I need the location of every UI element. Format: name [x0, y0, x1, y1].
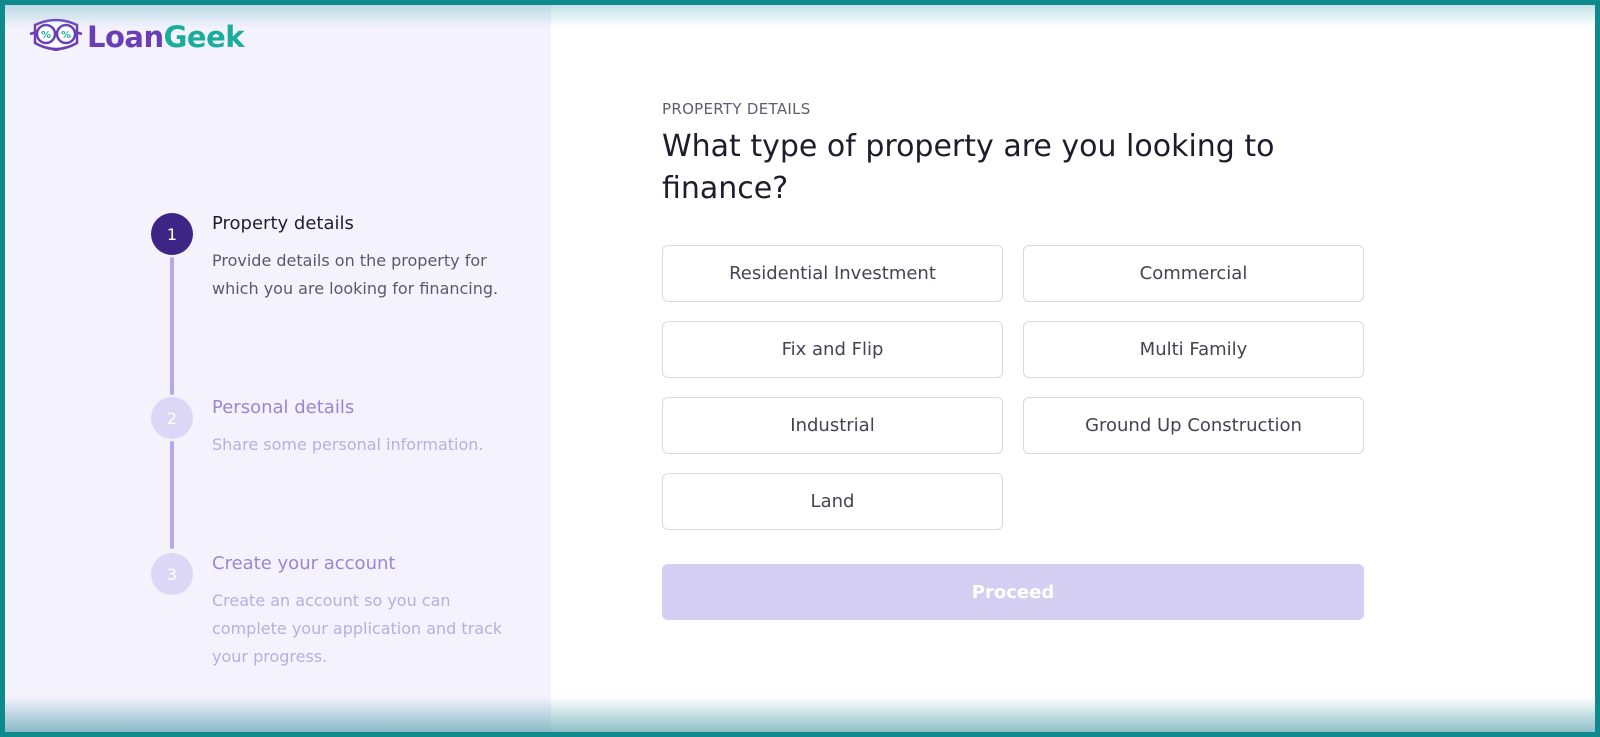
step-title: Property details [212, 213, 354, 234]
step-number-circle: 2 [151, 397, 193, 439]
page-question: What type of property are you looking to… [662, 129, 1275, 206]
proceed-button[interactable]: Proceed [662, 564, 1364, 620]
step-description: Share some personal information. [212, 435, 484, 454]
glasses-percent-icon: % % [29, 17, 83, 57]
section-label: PROPERTY DETAILS [662, 100, 811, 118]
logo-wordmark: LoanGeek [87, 20, 245, 54]
svg-text:%: % [61, 30, 71, 41]
step-description: Provide details on the property for whic… [212, 251, 499, 298]
logo-text-loan: Loan [87, 20, 164, 54]
progress-sidebar: % % LoanGeek 1 Property details Provide … [5, 5, 551, 732]
svg-text:%: % [41, 30, 51, 41]
option-residential-investment[interactable]: Residential Investment [662, 245, 1003, 302]
step-number-circle: 1 [151, 213, 193, 255]
step-title: Personal details [212, 397, 355, 418]
option-ground-up-construction[interactable]: Ground Up Construction [1023, 397, 1364, 454]
step-connector-1 [170, 257, 174, 395]
option-industrial[interactable]: Industrial [662, 397, 1003, 454]
step-description: Create an account so you can complete yo… [212, 591, 503, 666]
step-connector-2 [170, 441, 174, 549]
option-commercial[interactable]: Commercial [1023, 245, 1364, 302]
option-land[interactable]: Land [662, 473, 1003, 530]
property-form: PROPERTY DETAILS What type of property a… [662, 98, 1364, 620]
step-number-circle: 3 [151, 553, 193, 595]
step-title: Create your account [212, 553, 396, 574]
option-fix-and-flip[interactable]: Fix and Flip [662, 321, 1003, 378]
option-multi-family[interactable]: Multi Family [1023, 321, 1364, 378]
logo-text-geek: Geek [163, 20, 245, 54]
loangeek-logo[interactable]: % % LoanGeek [29, 17, 245, 57]
